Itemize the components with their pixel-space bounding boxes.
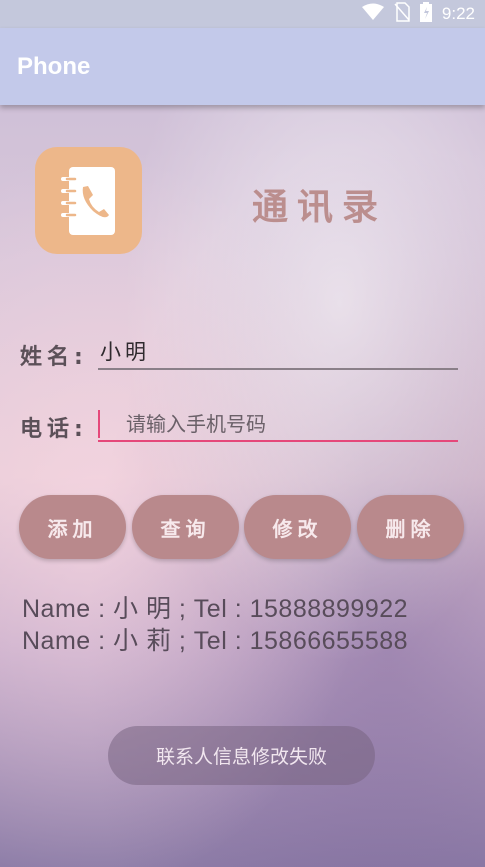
edit-button[interactable]: 修改	[244, 495, 351, 559]
name-input[interactable]: 小明	[98, 336, 458, 370]
status-bar: 9:22	[0, 0, 485, 28]
name-label: 姓名:	[20, 345, 88, 370]
contact-item: Name : 小 莉 ; Tel : 15866655588	[22, 627, 409, 655]
contact-item: Name : 小 明 ; Tel : 15888899922	[22, 595, 409, 623]
no-sim-icon	[394, 2, 410, 26]
contact-book-icon	[35, 147, 142, 254]
app-title: Phone	[17, 52, 91, 80]
phone-input[interactable]: 请输入手机号码	[98, 408, 458, 442]
status-time: 9:22	[441, 4, 475, 23]
page-title: 通讯录	[252, 187, 388, 228]
query-button[interactable]: 查询	[132, 495, 239, 559]
toast-message: 联系人信息修改失败	[108, 726, 375, 785]
delete-button[interactable]: 删除	[357, 495, 464, 559]
text-cursor	[98, 410, 100, 438]
battery-icon	[419, 2, 432, 26]
wifi-icon	[361, 3, 384, 25]
app-bar: Phone	[0, 28, 485, 105]
contact-list: Name : 小 明 ; Tel : 15888899922 Name : 小 …	[22, 593, 408, 657]
name-value: 小明	[100, 340, 150, 364]
phone-label: 电话:	[20, 417, 88, 442]
phone-placeholder: 请输入手机号码	[126, 412, 266, 436]
add-button[interactable]: 添加	[19, 495, 126, 559]
